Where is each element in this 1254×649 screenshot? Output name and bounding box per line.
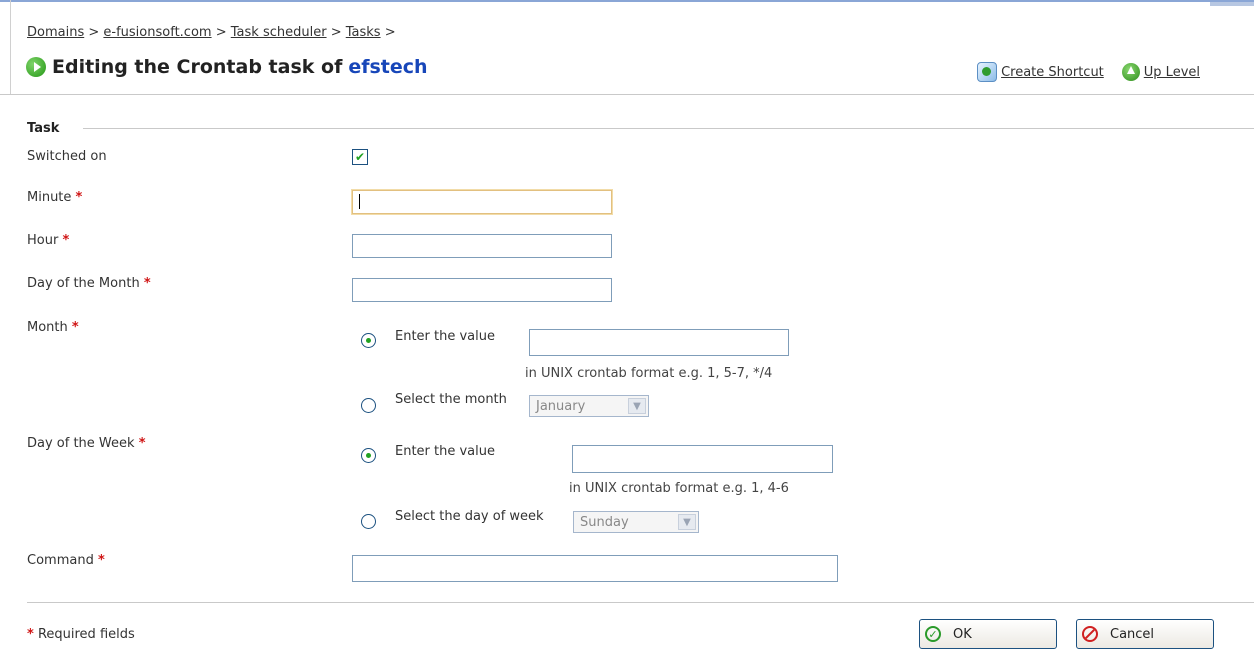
dow-format-hint: in UNIX crontab format e.g. 1, 4-6 — [569, 481, 789, 496]
dow-select-label: Select the day of week — [395, 509, 544, 524]
month-select-radio[interactable] — [361, 398, 376, 413]
breadcrumb-separator: > — [88, 25, 100, 40]
required-mark: * — [75, 190, 83, 205]
text-caret — [359, 194, 360, 209]
required-mark: * — [138, 436, 146, 451]
command-label-text: Command — [27, 553, 94, 568]
command-label: Command * — [27, 553, 105, 568]
section-title: Task — [27, 121, 60, 136]
hour-label-text: Hour — [27, 233, 59, 248]
dow-value-input[interactable] — [572, 445, 833, 473]
create-shortcut-button[interactable]: Create Shortcut — [977, 62, 1104, 82]
breadcrumb-task-scheduler[interactable]: Task scheduler — [231, 25, 327, 40]
footer-divider — [27, 602, 1254, 603]
hour-label: Hour * — [27, 233, 69, 248]
ok-button-label: OK — [953, 626, 972, 642]
checkmark-icon: ✓ — [925, 626, 941, 642]
month-value-input[interactable] — [529, 329, 789, 356]
top-border-accent — [1210, 2, 1254, 6]
up-level-label: Up Level — [1143, 64, 1200, 80]
breadcrumb-domains[interactable]: Domains — [27, 25, 84, 40]
dow-select-radio[interactable] — [361, 514, 376, 529]
day-of-week-select[interactable]: Sunday ▼ — [573, 511, 699, 533]
cancel-button[interactable]: Cancel — [1076, 619, 1214, 649]
command-input[interactable] — [352, 555, 838, 582]
day-of-week-select-value: Sunday — [580, 514, 629, 530]
required-mark: * — [71, 320, 79, 335]
cancel-button-label: Cancel — [1110, 626, 1155, 642]
switched-on-label-text: Switched on — [27, 149, 107, 164]
breadcrumb-separator: > — [330, 25, 342, 40]
header-left-border — [10, 0, 11, 94]
required-fields-note: * Required fields — [27, 627, 135, 642]
minute-label-text: Minute — [27, 190, 72, 205]
toolbar: Create Shortcut Up Level — [977, 62, 1200, 82]
chevron-down-icon: ▼ — [678, 514, 696, 530]
hour-input[interactable] — [352, 234, 612, 258]
month-select-value: January — [536, 398, 586, 414]
day-of-month-label-text: Day of the Month — [27, 276, 140, 291]
breadcrumb-separator: > — [384, 25, 396, 40]
month-label-text: Month — [27, 320, 68, 335]
switched-on-checkbox[interactable]: ✔ — [352, 149, 368, 165]
required-fields-text: Required fields — [37, 627, 135, 642]
required-mark: * — [97, 553, 105, 568]
shortcut-icon — [977, 62, 998, 82]
breadcrumb: Domains > e-fusionsoft.com > Task schedu… — [27, 25, 396, 40]
breadcrumb-tasks[interactable]: Tasks — [346, 25, 381, 40]
dow-enter-value-radio[interactable] — [361, 448, 376, 463]
play-arrow-icon — [26, 57, 46, 77]
day-of-month-label: Day of the Month * — [27, 276, 151, 291]
minute-label: Minute * — [27, 190, 82, 205]
day-of-week-label: Day of the Week * — [27, 436, 146, 451]
month-enter-value-label: Enter the value — [395, 329, 496, 344]
breadcrumb-separator: > — [215, 25, 227, 40]
create-shortcut-label: Create Shortcut — [1001, 64, 1104, 80]
up-arrow-icon — [1121, 63, 1140, 81]
month-select[interactable]: January ▼ — [529, 395, 649, 417]
cancel-icon — [1082, 626, 1098, 642]
page-title: Editing the Crontab task of efstech — [26, 56, 428, 78]
required-mark: * — [27, 627, 34, 642]
minute-input[interactable] — [352, 190, 612, 214]
page-title-text: Editing the Crontab task of — [52, 56, 343, 78]
breadcrumb-domain[interactable]: e-fusionsoft.com — [103, 25, 211, 40]
top-border — [0, 0, 1254, 2]
required-mark: * — [143, 276, 151, 291]
switched-on-label: Switched on — [27, 149, 107, 164]
dow-enter-value-label: Enter the value — [395, 444, 496, 459]
chevron-down-icon: ▼ — [628, 398, 646, 414]
month-select-label: Select the month — [395, 392, 507, 407]
header-divider — [0, 94, 1254, 95]
page-title-task-name: efstech — [348, 56, 428, 78]
up-level-button[interactable]: Up Level — [1121, 63, 1200, 81]
month-format-hint: in UNIX crontab format e.g. 1, 5-7, */4 — [525, 366, 773, 381]
ok-button[interactable]: ✓ OK — [919, 619, 1057, 649]
section-divider — [83, 128, 1254, 129]
month-label: Month * — [27, 320, 79, 335]
day-of-week-label-text: Day of the Week — [27, 436, 135, 451]
month-enter-value-radio[interactable] — [361, 333, 376, 348]
day-of-month-input[interactable] — [352, 278, 612, 302]
required-mark: * — [62, 233, 70, 248]
